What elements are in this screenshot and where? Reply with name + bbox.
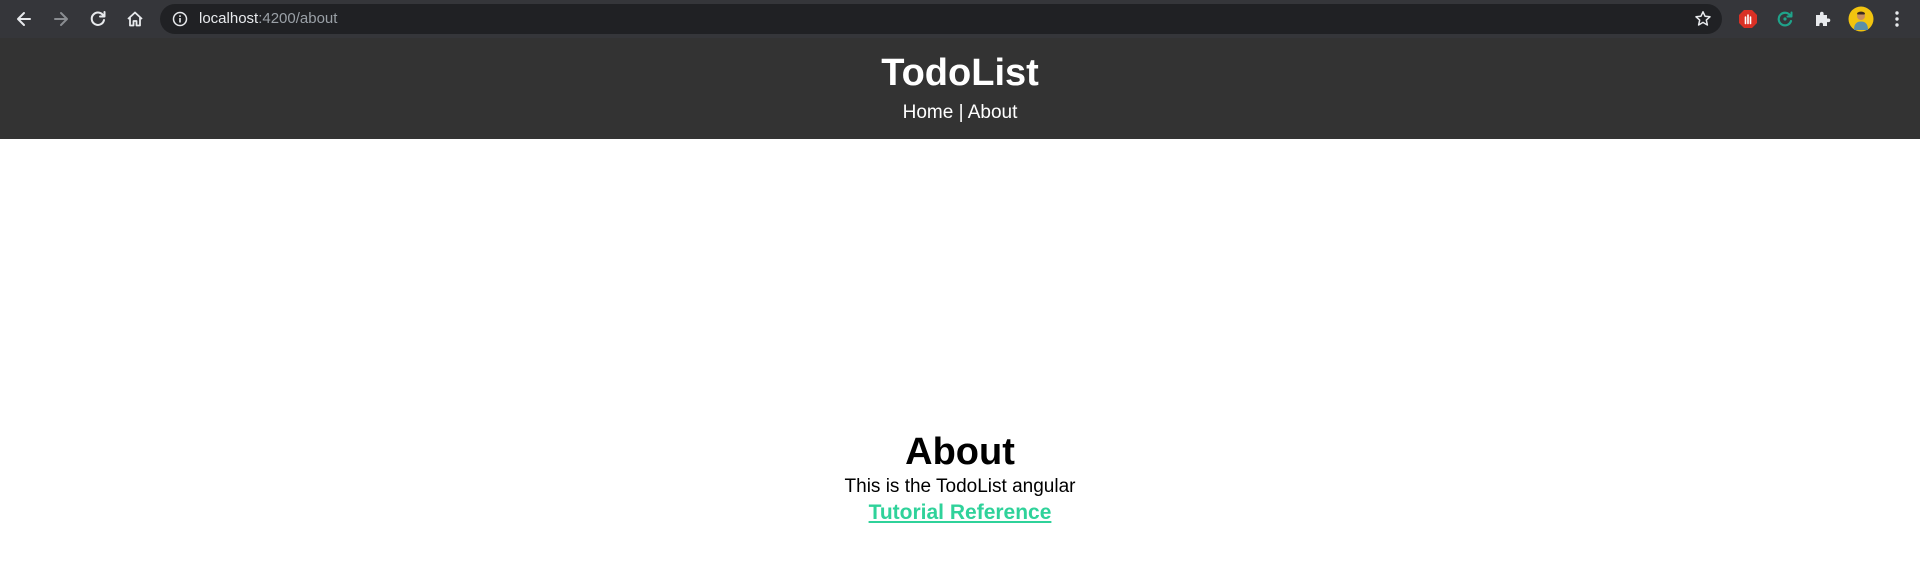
browser-toolbar: localhost:4200/about xyxy=(0,0,1920,38)
nav-link-home[interactable]: Home xyxy=(903,102,954,123)
about-description: This is the TodoList angular xyxy=(844,476,1076,497)
address-bar[interactable]: localhost:4200/about xyxy=(160,4,1722,34)
app-header: TodoList Home | About xyxy=(0,38,1920,139)
sync-extension-icon xyxy=(1777,11,1793,27)
profile-button[interactable] xyxy=(1848,6,1874,32)
home-button[interactable] xyxy=(123,7,147,31)
ad-block-extension-button[interactable] xyxy=(1737,8,1759,30)
forward-icon xyxy=(54,12,68,26)
ad-block-extension-icon xyxy=(1739,10,1757,28)
info-icon[interactable] xyxy=(172,11,188,27)
menu-dots-icon xyxy=(1895,11,1899,27)
home-icon xyxy=(127,11,143,27)
url-host: localhost xyxy=(199,10,259,27)
forward-button[interactable] xyxy=(49,7,73,31)
extensions-button[interactable] xyxy=(1811,8,1833,30)
back-icon xyxy=(17,12,31,26)
sync-extension-button[interactable] xyxy=(1774,8,1796,30)
extensions-puzzle-icon xyxy=(1816,11,1831,26)
about-section: About This is the TodoList angular Tutor… xyxy=(0,430,1920,525)
app-title: TodoList xyxy=(881,52,1039,94)
page-title: About xyxy=(905,431,1015,473)
star-icon[interactable] xyxy=(1694,10,1712,28)
tutorial-reference-link[interactable]: Tutorial Reference xyxy=(869,501,1052,525)
profile-avatar xyxy=(1848,6,1874,32)
back-button[interactable] xyxy=(12,7,36,31)
reload-button[interactable] xyxy=(86,7,110,31)
reload-icon xyxy=(90,11,106,26)
url-text[interactable]: localhost:4200/about xyxy=(199,10,337,28)
url-path: :4200/about xyxy=(258,10,338,27)
app-nav: Home | About xyxy=(0,102,1920,124)
nav-link-about[interactable]: About xyxy=(968,102,1018,123)
nav-separator: | xyxy=(958,102,968,123)
browser-menu-button[interactable] xyxy=(1886,8,1908,30)
